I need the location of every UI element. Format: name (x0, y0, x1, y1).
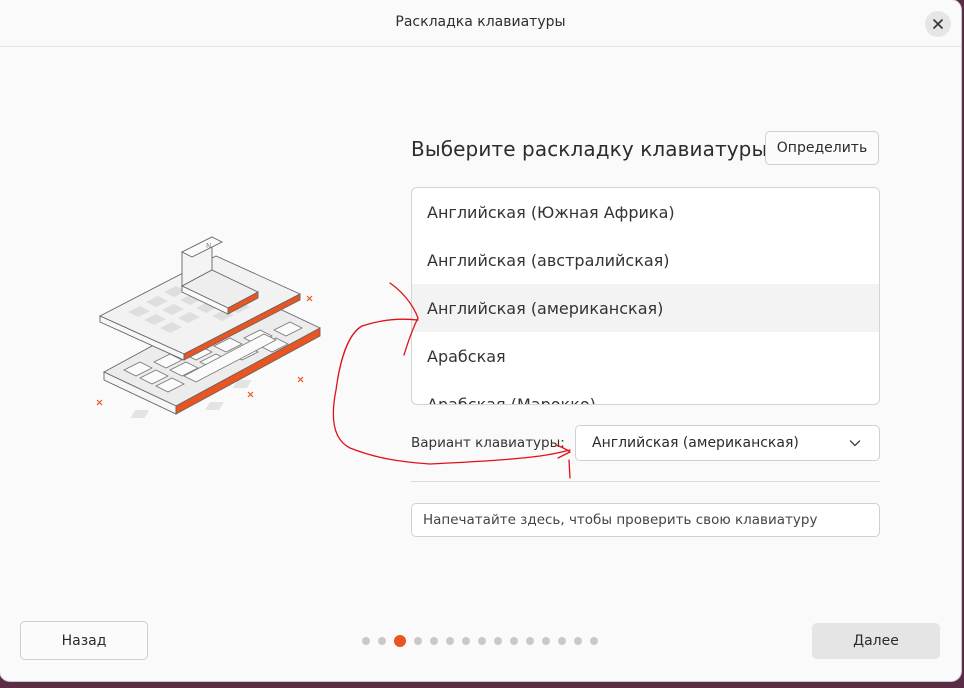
variant-label: Вариант клавиатуры: (411, 435, 565, 451)
close-icon (933, 19, 943, 29)
list-item[interactable]: Английская (австралийская) (412, 236, 879, 284)
title-bar: Раскладка клавиатуры (0, 0, 961, 47)
list-item[interactable]: Арабская (412, 332, 879, 380)
step-dot (494, 637, 502, 645)
svg-text:N: N (206, 242, 211, 250)
step-dot (378, 637, 386, 645)
chevron-down-icon (849, 440, 861, 447)
step-dot (510, 637, 518, 645)
detect-layout-button[interactable]: Определить (765, 131, 879, 165)
step-dot (430, 637, 438, 645)
variant-value: Английская (американская) (592, 435, 799, 451)
next-button[interactable]: Далее (812, 623, 940, 659)
divider (411, 481, 880, 482)
list-item[interactable]: Арабская (Марокко) (412, 380, 879, 405)
step-dot (362, 637, 370, 645)
layout-list[interactable]: Английская (Южная Африка) Английская (ав… (411, 187, 880, 405)
step-dot (558, 637, 566, 645)
installer-window: Раскладка клавиатуры N Выберите раскладк… (0, 0, 961, 681)
keyboard-test-input[interactable] (411, 503, 880, 537)
step-dot (414, 637, 422, 645)
keyboard-illustration: N (96, 236, 321, 418)
step-dot (590, 637, 598, 645)
window-title: Раскладка клавиатуры (395, 14, 566, 30)
page-heading: Выберите раскладку клавиатуры (411, 137, 768, 161)
variant-dropdown[interactable]: Английская (американская) (575, 425, 880, 461)
close-button[interactable] (925, 11, 951, 37)
list-item[interactable]: Английская (Южная Африка) (412, 188, 879, 236)
step-dot (446, 637, 454, 645)
step-dot (542, 637, 550, 645)
step-dot (462, 637, 470, 645)
step-dot (526, 637, 534, 645)
step-indicator (362, 635, 598, 647)
step-dot (574, 637, 582, 645)
step-dot (478, 637, 486, 645)
back-button[interactable]: Назад (20, 621, 148, 660)
step-dot-active (394, 635, 406, 647)
list-item-selected[interactable]: Английская (американская) (412, 284, 879, 332)
